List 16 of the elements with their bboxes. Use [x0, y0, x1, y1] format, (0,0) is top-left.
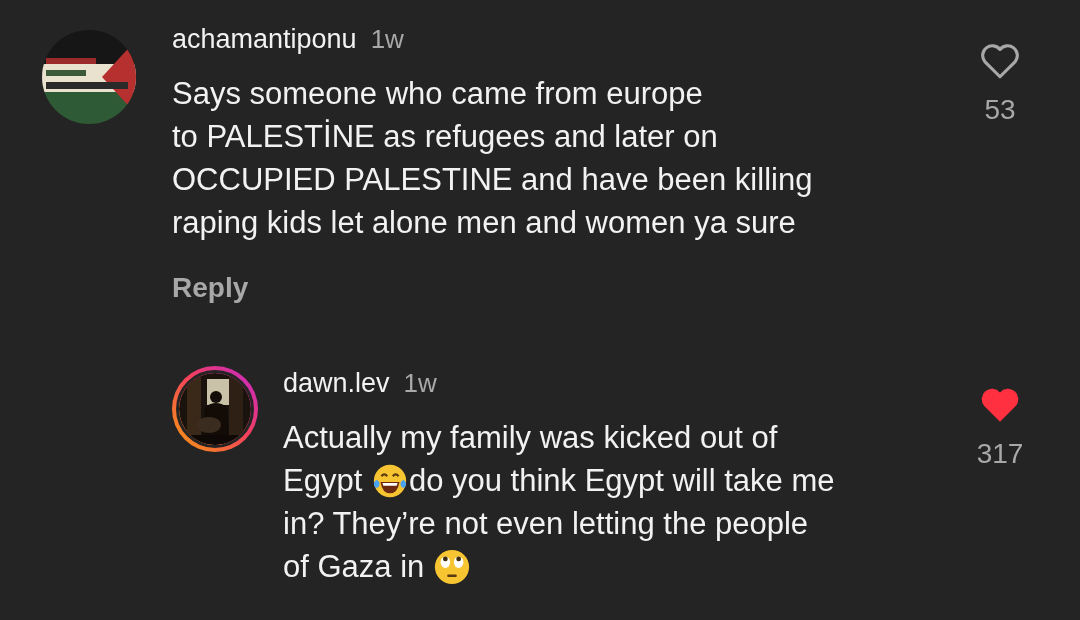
comment-text: Actually my family was kicked out of	[283, 419, 778, 457]
timestamp: 1w	[370, 24, 404, 55]
comment-text: in? They’re not even letting the people	[283, 505, 809, 543]
username[interactable]: achamantiponu	[172, 24, 357, 55]
like-count: 317	[976, 438, 1024, 470]
eye-roll-emoji-icon	[432, 547, 471, 586]
reply-link[interactable]: Reply	[172, 272, 249, 304]
comment-text: do you think Egypt will take me	[408, 462, 835, 500]
comment-text: Says someone who came from europe to PALESTİNE as refugees and later on OCCUPIED PALESTINE and have been killing raping kids let alone men and women ya sure	[172, 76, 813, 240]
username[interactable]: dawn.lev	[283, 368, 390, 399]
comment-text: Egypt	[283, 462, 364, 500]
comment-text: of Gaza in	[283, 548, 426, 586]
like-count: 53	[984, 94, 1016, 126]
timestamp: 1w	[403, 368, 437, 399]
heart-icon[interactable]	[979, 42, 1021, 80]
heart-icon[interactable]	[979, 386, 1021, 424]
